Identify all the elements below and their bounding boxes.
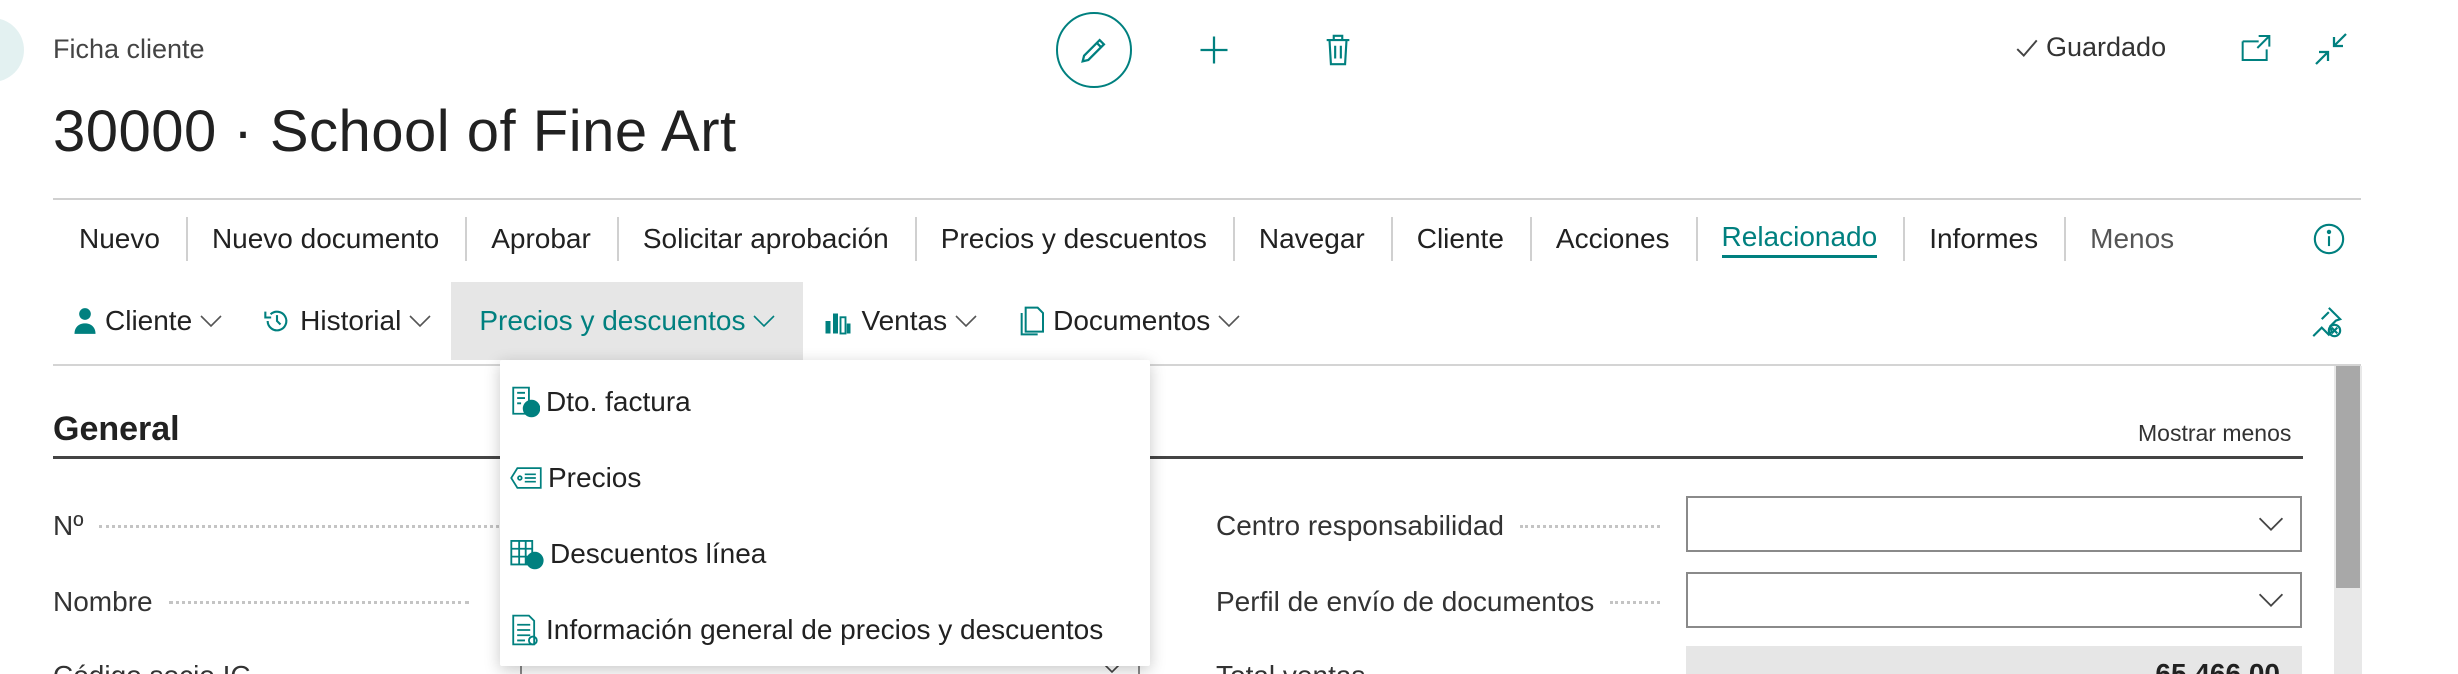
- navigation-back-circle[interactable]: [0, 18, 24, 82]
- delete-button[interactable]: [1310, 22, 1366, 78]
- price-list-icon: [510, 467, 542, 489]
- price-overview-icon: [512, 614, 538, 646]
- field-label-perfil-envio: Perfil de envío de documentos: [1216, 586, 1661, 618]
- chevron-down-icon: [200, 315, 222, 328]
- info-button[interactable]: [2310, 220, 2348, 258]
- action-solicitar-aprobacion[interactable]: Solicitar aprobación: [616, 213, 915, 265]
- plus-icon: [1200, 36, 1228, 64]
- pencil-icon: [1081, 38, 1106, 63]
- documents-icon: [1020, 306, 1045, 336]
- dropdown-item-informacion-general[interactable]: Información general de precios y descuen…: [500, 592, 1150, 668]
- submenu-historial[interactable]: Historial: [242, 282, 451, 360]
- chevron-down-icon: [955, 315, 977, 328]
- unpin-icon: [2312, 307, 2343, 338]
- dropdown-item-dto-factura[interactable]: Dto. factura: [500, 364, 1150, 440]
- field-label-no: Nº: [53, 510, 500, 542]
- save-status-label: Guardado: [2046, 32, 2167, 62]
- action-informes[interactable]: Informes: [1903, 213, 2064, 265]
- action-nuevo-documento[interactable]: Nuevo documento: [185, 213, 465, 265]
- action-relacionado[interactable]: Relacionado: [1695, 213, 1904, 265]
- trash-icon: [1326, 34, 1350, 66]
- open-new-window-icon: [2241, 35, 2271, 61]
- open-new-window-button[interactable]: [2236, 28, 2276, 68]
- add-button[interactable]: [1186, 22, 1242, 78]
- perfil-envio-select[interactable]: [1686, 572, 2302, 628]
- action-navegar[interactable]: Navegar: [1232, 213, 1391, 265]
- section-divider: [53, 456, 2303, 459]
- field-label-centro-responsabilidad: Centro responsabilidad: [1216, 510, 1660, 542]
- submenu-cliente[interactable]: Cliente: [53, 282, 242, 360]
- page-title: 30000 · School of Fine Art: [53, 99, 737, 164]
- submenu-divider: [53, 364, 2361, 366]
- action-nuevo[interactable]: Nuevo: [53, 213, 186, 265]
- section-title-general: General: [53, 410, 180, 448]
- field-label-nombre: Nombre: [53, 586, 469, 618]
- sales-chart-icon: [825, 313, 851, 335]
- pin-actions-button[interactable]: [2304, 300, 2348, 344]
- history-icon: [264, 310, 288, 332]
- line-discount-icon: [510, 540, 544, 570]
- checkmark-icon: [2016, 39, 2038, 57]
- action-cliente[interactable]: Cliente: [1390, 213, 1530, 265]
- collapse-arrows-icon: [2315, 33, 2347, 65]
- precios-descuentos-dropdown: Dto. factura Precios Descuentos línea In…: [500, 360, 1150, 666]
- submenu-precios-descuentos[interactable]: Precios y descuentos: [451, 282, 804, 360]
- action-bar: Nuevo Nuevo documento Aprobar Solicitar …: [53, 210, 2200, 268]
- chevron-down-icon: [2258, 593, 2284, 608]
- submenu-documentos[interactable]: Documentos: [997, 282, 1260, 360]
- chevron-down-icon: [2258, 517, 2284, 532]
- submenu-bar: Cliente Historial Precios y descuentos V…: [53, 282, 1260, 360]
- field-label-total-ventas: Total ventas: [1216, 660, 1365, 674]
- action-menos[interactable]: Menos: [2064, 213, 2200, 265]
- chevron-down-icon: [1218, 315, 1240, 328]
- dropdown-item-precios[interactable]: Precios: [500, 440, 1150, 516]
- info-icon: [2313, 223, 2345, 255]
- submenu-ventas[interactable]: Ventas: [803, 282, 997, 360]
- action-precios-descuentos[interactable]: Precios y descuentos: [914, 213, 1233, 265]
- invoice-discount-icon: [512, 386, 540, 418]
- scrollbar-thumb[interactable]: [2336, 366, 2360, 588]
- edit-button[interactable]: [1056, 12, 1132, 88]
- action-aprobar[interactable]: Aprobar: [465, 213, 617, 265]
- total-ventas-value: 65.466,00: [1686, 646, 2302, 674]
- save-status: Guardado: [2014, 32, 2166, 63]
- header-divider: [53, 198, 2361, 200]
- show-less-link[interactable]: Mostrar menos: [2138, 420, 2291, 447]
- centro-responsabilidad-select[interactable]: [1686, 496, 2302, 552]
- action-acciones[interactable]: Acciones: [1529, 213, 1696, 265]
- field-label-codigo-socio-ic: Código socio IC: [53, 660, 251, 674]
- chevron-down-icon: [753, 315, 776, 328]
- person-icon: [74, 308, 96, 334]
- dropdown-item-descuentos-linea[interactable]: Descuentos línea: [500, 516, 1150, 592]
- page-caption: Ficha cliente: [53, 34, 205, 64]
- chevron-down-icon: [409, 315, 431, 328]
- collapse-button[interactable]: [2310, 28, 2352, 70]
